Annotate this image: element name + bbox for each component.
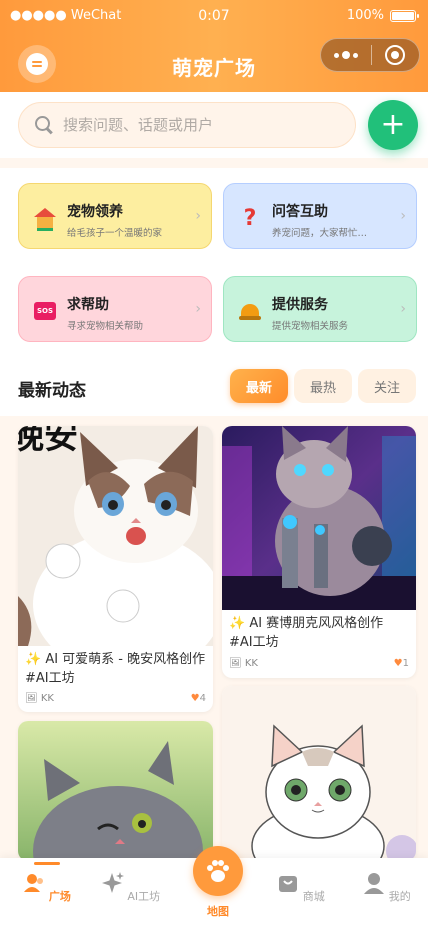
chevron-right-icon: ›	[195, 208, 201, 224]
chevron-right-icon: ›	[400, 208, 406, 224]
chevron-right-icon: ›	[195, 301, 201, 317]
tab-mine[interactable]: 我的	[352, 872, 422, 904]
service-bell-icon	[238, 299, 262, 323]
search-icon	[35, 116, 53, 134]
tab-following[interactable]: 关注	[358, 369, 416, 403]
heart-icon: ♥	[393, 658, 403, 669]
tab-latest[interactable]: 最新	[230, 369, 288, 403]
post-caption: ✨ AI 可爱萌系 - 晚安风格创作 #AI工坊	[25, 652, 206, 686]
like-count[interactable]: ♥1	[394, 658, 409, 669]
more-menu-button[interactable]	[321, 51, 371, 59]
tab-label: 地图	[207, 905, 229, 918]
card-subtitle: 提供宠物相关服务	[272, 321, 349, 332]
like-count[interactable]: ♥4	[191, 693, 206, 704]
heart-icon: ♥	[190, 693, 200, 704]
close-miniprogram-button[interactable]	[371, 45, 419, 65]
sos-icon: SOS	[33, 299, 57, 323]
house-icon	[33, 206, 57, 231]
tab-label: 广场	[48, 890, 71, 903]
tab-label: 我的	[388, 890, 411, 903]
tab-label: 商城	[302, 890, 325, 903]
card-title: 提供服务	[272, 297, 328, 313]
card-title: 求帮助	[67, 297, 109, 313]
svg-text:晚安: 晚安	[18, 426, 78, 457]
miniprogram-capsule	[320, 38, 420, 72]
tab-ai-workshop[interactable]: AI工坊	[96, 872, 166, 904]
card-title: 宠物领养	[67, 204, 123, 220]
status-bar: ●●●●● WeChat 0:07 100%	[0, 8, 428, 26]
question-icon: ?	[243, 205, 257, 231]
chevron-right-icon: ›	[400, 301, 406, 317]
section-title: 最新动态	[18, 381, 86, 401]
feed-tabs: 最新 最热 关注	[230, 369, 416, 403]
person-icon	[24, 874, 44, 892]
battery-icon	[390, 9, 419, 22]
feature-cards: 宠物领养 给毛孩子一个温暖的家 › ? 问答互助 养宠问题，大家帮忙… › SO…	[0, 168, 428, 358]
card-qa[interactable]: ? 问答互助 养宠问题，大家帮忙… ›	[223, 183, 417, 249]
sparkle-icon	[101, 872, 124, 893]
post-image-winking-cat	[18, 721, 213, 861]
post-author: 🖼 KK	[25, 693, 54, 704]
app-header: ●●●●● WeChat 0:07 100% 萌宠广场	[0, 0, 428, 92]
tab-hot[interactable]: 最热	[294, 369, 352, 403]
battery-percent: 100%	[346, 8, 384, 23]
post-card[interactable]	[222, 686, 416, 861]
card-subtitle: 养宠问题，大家帮忙…	[272, 228, 368, 239]
post-image-sitting-cat	[222, 686, 416, 861]
add-post-button[interactable]: +	[368, 100, 418, 150]
tab-shop[interactable]: 商城	[266, 872, 336, 904]
card-help[interactable]: SOS 求帮助 寻求宠物相关帮助 ›	[18, 276, 212, 342]
post-author: 🖼 KK	[229, 658, 258, 669]
card-adoption[interactable]: 宠物领养 给毛孩子一个温暖的家 ›	[18, 183, 212, 249]
search-input[interactable]	[63, 116, 323, 134]
card-service[interactable]: 提供服务 提供宠物相关服务 ›	[223, 276, 417, 342]
post-card[interactable]: ✨ AI 赛博朋克风风格创作 #AI工坊 🖼 KK ♥1	[222, 426, 416, 678]
tab-label: AI工坊	[127, 890, 161, 903]
bag-icon	[279, 876, 298, 892]
post-caption: ✨ AI 赛博朋克风风格创作 #AI工坊	[229, 616, 384, 650]
card-title: 问答互助	[272, 204, 328, 220]
card-subtitle: 寻求宠物相关帮助	[67, 321, 144, 332]
post-image-cute-cat: 晚安	[18, 426, 213, 646]
search-area: +	[0, 92, 428, 158]
post-image-cyberpunk-cat	[222, 426, 416, 610]
search-box[interactable]	[18, 102, 356, 148]
card-subtitle: 给毛孩子一个温暖的家	[67, 228, 163, 239]
feed-header: 最新动态 最新 最热 关注	[0, 358, 428, 416]
paw-icon	[207, 860, 229, 882]
post-card[interactable]	[18, 721, 213, 861]
tab-plaza[interactable]: 广场	[12, 862, 82, 904]
tab-map[interactable]	[193, 846, 243, 896]
post-card[interactable]: 晚安 ✨ AI 可爱萌系 - 晚安风格创作 #AI工坊 🖼 KK ♥4	[18, 426, 213, 712]
profile-icon	[364, 873, 385, 894]
